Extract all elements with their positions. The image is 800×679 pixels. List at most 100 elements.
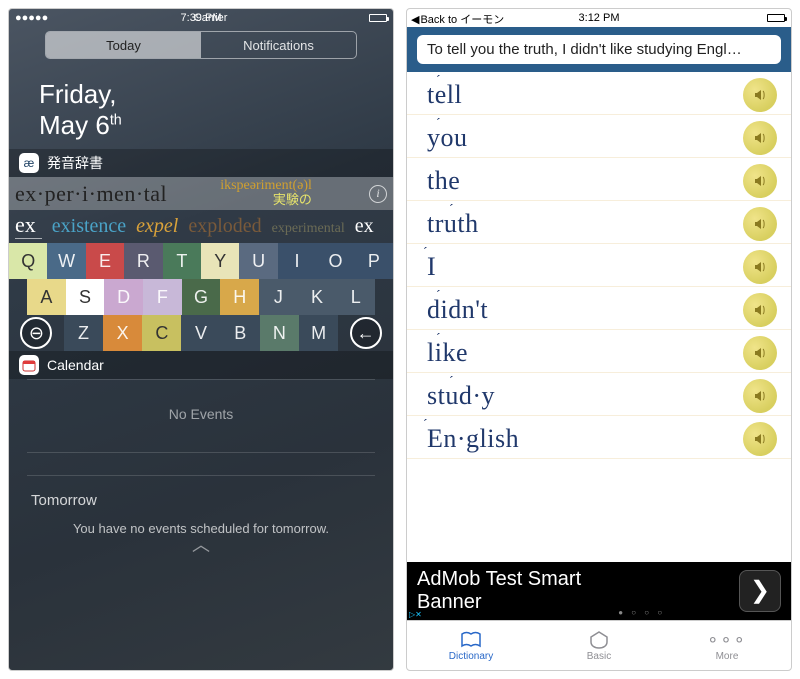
status-time: 7:39 PM — [9, 12, 393, 24]
word-row[interactable]: telĺ — [407, 72, 791, 115]
phonetic: ikspeəriment(ə)l — [220, 178, 312, 193]
grabber-icon[interactable]: ︿ — [9, 542, 393, 553]
key-G[interactable]: G — [182, 279, 221, 315]
backspace-icon[interactable]: ← — [350, 317, 382, 349]
adchoices-icon[interactable]: ▷✕ — [409, 610, 422, 619]
tab-label: Basic — [587, 651, 611, 662]
key-O[interactable]: O — [316, 243, 354, 279]
word-row[interactable]: liké — [407, 330, 791, 373]
battery-indicator — [767, 14, 785, 22]
key-L[interactable]: L — [336, 279, 375, 315]
word-text: stud·ý — [427, 381, 495, 411]
word-row[interactable]: truth́ — [407, 201, 791, 244]
key-P[interactable]: P — [355, 243, 393, 279]
key-U[interactable]: U — [239, 243, 277, 279]
key-D[interactable]: D — [104, 279, 143, 315]
ad-banner[interactable]: AdMob Test Smart Banner ❯ ● ○ ○ ○ ▷✕ — [407, 562, 791, 620]
suggestion[interactable]: existence — [52, 215, 126, 238]
key-S[interactable]: S — [66, 279, 105, 315]
date-monthday: May 6th — [39, 110, 363, 141]
word-text: telĺ — [427, 80, 462, 110]
calendar-widget-header[interactable]: Calendar — [9, 351, 393, 379]
calendar-widget-body: No Events Tomorrow You have no events sc… — [9, 379, 393, 670]
search-bar: To tell you the truth, I didn't like stu… — [407, 27, 791, 72]
word-row[interactable]: the — [407, 158, 791, 201]
key-B[interactable]: B — [221, 315, 260, 351]
key-R[interactable]: R — [124, 243, 162, 279]
key-X[interactable]: X — [103, 315, 142, 351]
tab-bar[interactable]: Dictionary Basic ∘∘∘More — [407, 620, 791, 670]
headword: ex·per·i·men·tal — [15, 181, 167, 207]
calendar-widget-title: Calendar — [47, 357, 104, 373]
tab-basic[interactable]: Basic — [535, 621, 663, 670]
ad-next-icon[interactable]: ❯ — [739, 570, 781, 612]
basic-icon — [586, 630, 612, 650]
word-text: truth́ — [427, 209, 479, 239]
speaker-icon[interactable] — [743, 78, 777, 112]
tab-today[interactable]: Today — [46, 32, 201, 58]
key-Q[interactable]: Q — [9, 243, 47, 279]
typed-prefix: ex — [15, 212, 42, 239]
key-M[interactable]: M — [299, 315, 338, 351]
key-←[interactable]: ← — [338, 315, 393, 351]
ad-page-dots: ● ○ ○ ○ — [618, 608, 665, 617]
suggestion[interactable]: expel — [136, 215, 178, 238]
date-weekday: Friday, — [39, 79, 363, 110]
key-I[interactable]: I — [278, 243, 316, 279]
speaker-icon[interactable] — [743, 293, 777, 327]
key-N[interactable]: N — [260, 315, 299, 351]
key-W[interactable]: W — [47, 243, 85, 279]
key-V[interactable]: V — [181, 315, 220, 351]
word-text: yoú — [427, 123, 468, 153]
dict-widget-header[interactable]: æ 発音辞書 — [9, 149, 393, 177]
tab-notifications[interactable]: Notifications — [201, 32, 356, 58]
suggestion[interactable]: exploded — [188, 215, 261, 238]
tab-label: More — [716, 651, 739, 662]
today-notifications-segmented[interactable]: Today Notifications — [45, 31, 357, 59]
info-icon[interactable]: i — [369, 185, 387, 203]
dictionary-icon — [458, 630, 484, 650]
key-Y[interactable]: Y — [201, 243, 239, 279]
dict-headword-row[interactable]: ex·per·i·men·tal ikspeəriment(ə)l 実験の i — [9, 177, 393, 210]
dict-app-icon: æ — [19, 153, 39, 173]
speaker-icon[interactable] — [743, 207, 777, 241]
word-row[interactable]: En·glish́ — [407, 416, 791, 459]
today-view-screen: ●●●●● Carrier 7:39 PM Today Notification… — [8, 8, 394, 671]
meaning-jp: 実験の — [273, 192, 312, 207]
word-text: Í — [427, 252, 436, 282]
suggestion[interactable]: ex — [355, 215, 374, 238]
tab-more[interactable]: ∘∘∘More — [663, 621, 791, 670]
tomorrow-header: Tomorrow — [9, 476, 393, 513]
key-E[interactable]: E — [86, 243, 124, 279]
key-Z[interactable]: Z — [64, 315, 103, 351]
key-⊖[interactable]: ⊖ — [9, 315, 64, 351]
word-list[interactable]: telĺ yoú the truth́ Í didn't́liké stud·ý E… — [407, 72, 791, 562]
key-A[interactable]: A — [27, 279, 66, 315]
key-H[interactable]: H — [220, 279, 259, 315]
word-text: the — [427, 166, 460, 196]
speaker-icon[interactable] — [743, 336, 777, 370]
word-row[interactable]: stud·ý — [407, 373, 791, 416]
key-F[interactable]: F — [143, 279, 182, 315]
key-C[interactable]: C — [142, 315, 181, 351]
speaker-icon[interactable] — [743, 379, 777, 413]
mini-keyboard[interactable]: QWERTYUIOP ASDFGHJKL ⊖ ZXCVBNM ← — [9, 243, 393, 351]
suggestion[interactable]: experimental — [272, 221, 345, 237]
status-bar: ◀Back to イーモン 3:12 PM — [407, 9, 791, 27]
ad-line1: AdMob Test Smart — [417, 568, 581, 591]
word-row[interactable]: yoú — [407, 115, 791, 158]
speaker-icon[interactable] — [743, 250, 777, 284]
more-icon: ∘∘∘ — [714, 630, 740, 650]
key-J[interactable]: J — [259, 279, 298, 315]
speaker-icon[interactable] — [743, 422, 777, 456]
key-K[interactable]: K — [298, 279, 337, 315]
word-row[interactable]: Í — [407, 244, 791, 287]
sentence-input[interactable]: To tell you the truth, I didn't like stu… — [417, 35, 781, 64]
tab-dictionary[interactable]: Dictionary — [407, 621, 535, 670]
speaker-icon[interactable] — [743, 121, 777, 155]
key-T[interactable]: T — [163, 243, 201, 279]
speaker-icon[interactable] — [743, 164, 777, 198]
calendar-app-icon — [19, 355, 39, 375]
word-row[interactable]: didn't́ — [407, 287, 791, 330]
minus-icon[interactable]: ⊖ — [20, 317, 52, 349]
